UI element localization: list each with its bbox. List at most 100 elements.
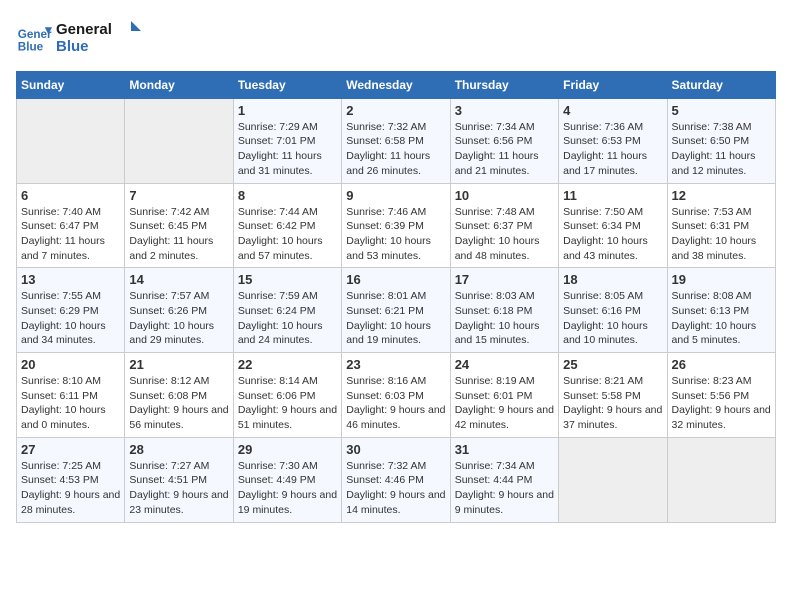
calendar-cell: 18 Sunrise: 8:05 AM Sunset: 6:16 PM Dayli…	[559, 268, 667, 353]
svg-text:General: General	[56, 21, 112, 38]
calendar-header-row: SundayMondayTuesdayWednesdayThursdayFrid…	[17, 71, 776, 98]
day-info: Sunrise: 7:29 AM Sunset: 7:01 PM Dayligh…	[238, 120, 337, 179]
day-number: 28	[129, 442, 228, 457]
day-info: Sunrise: 7:25 AM Sunset: 4:53 PM Dayligh…	[21, 459, 120, 518]
day-info: Sunrise: 8:16 AM Sunset: 6:03 PM Dayligh…	[346, 374, 445, 433]
calendar-cell: 20 Sunrise: 8:10 AM Sunset: 6:11 PM Dayli…	[17, 353, 125, 438]
day-number: 14	[129, 272, 228, 287]
day-info: Sunrise: 7:46 AM Sunset: 6:39 PM Dayligh…	[346, 205, 445, 264]
day-number: 18	[563, 272, 662, 287]
calendar-cell: 2 Sunrise: 7:32 AM Sunset: 6:58 PM Daylig…	[342, 98, 450, 183]
calendar-cell: 27 Sunrise: 7:25 AM Sunset: 4:53 PM Dayli…	[17, 437, 125, 522]
calendar-cell: 10Sunrise: 7:48 AM Sunset: 6:37 PM Dayli…	[450, 183, 558, 268]
day-info: Sunrise: 7:50 AM Sunset: 6:34 PM Dayligh…	[563, 205, 662, 264]
calendar-cell: 4Sunrise: 7:36 AM Sunset: 6:53 PM Daylig…	[559, 98, 667, 183]
day-info: Sunrise: 7:36 AM Sunset: 6:53 PM Dayligh…	[563, 120, 662, 179]
day-number: 7	[129, 188, 228, 203]
day-info: Sunrise: 7:38 AM Sunset: 6:50 PM Dayligh…	[672, 120, 771, 179]
day-number: 6	[21, 188, 120, 203]
day-number: 26	[672, 357, 771, 372]
day-number: 24	[455, 357, 554, 372]
calendar-cell: 19 Sunrise: 8:08 AM Sunset: 6:13 PM Dayli…	[667, 268, 775, 353]
logo: General Blue General Blue	[16, 16, 146, 61]
page-header: General Blue General Blue	[16, 16, 776, 61]
day-number: 16	[346, 272, 445, 287]
calendar-week-5: 27 Sunrise: 7:25 AM Sunset: 4:53 PM Dayli…	[17, 437, 776, 522]
day-info: Sunrise: 8:08 AM Sunset: 6:13 PM Dayligh…	[672, 289, 771, 348]
calendar-week-4: 20 Sunrise: 8:10 AM Sunset: 6:11 PM Dayli…	[17, 353, 776, 438]
day-info: Sunrise: 7:34 AM Sunset: 6:56 PM Dayligh…	[455, 120, 554, 179]
day-info: Sunrise: 7:42 AM Sunset: 6:45 PM Dayligh…	[129, 205, 228, 264]
day-number: 12	[672, 188, 771, 203]
calendar-cell: 13 Sunrise: 7:55 AM Sunset: 6:29 PM Dayli…	[17, 268, 125, 353]
day-info: Sunrise: 7:32 AM Sunset: 6:58 PM Dayligh…	[346, 120, 445, 179]
day-info: Sunrise: 8:12 AM Sunset: 6:08 PM Dayligh…	[129, 374, 228, 433]
day-number: 11	[563, 188, 662, 203]
day-info: Sunrise: 7:48 AM Sunset: 6:37 PM Dayligh…	[455, 205, 554, 264]
calendar-cell: 29 Sunrise: 7:30 AM Sunset: 4:49 PM Dayli…	[233, 437, 341, 522]
day-number: 15	[238, 272, 337, 287]
calendar-cell: 1Sunrise: 7:29 AM Sunset: 7:01 PM Daylig…	[233, 98, 341, 183]
day-number: 17	[455, 272, 554, 287]
day-number: 29	[238, 442, 337, 457]
day-info: Sunrise: 7:44 AM Sunset: 6:42 PM Dayligh…	[238, 205, 337, 264]
day-number: 19	[672, 272, 771, 287]
weekday-header-friday: Friday	[559, 71, 667, 98]
calendar-week-1: 1Sunrise: 7:29 AM Sunset: 7:01 PM Daylig…	[17, 98, 776, 183]
weekday-header-tuesday: Tuesday	[233, 71, 341, 98]
calendar-cell: 23 Sunrise: 8:16 AM Sunset: 6:03 PM Dayli…	[342, 353, 450, 438]
logo-icon: General Blue	[16, 20, 52, 56]
day-info: Sunrise: 8:10 AM Sunset: 6:11 PM Dayligh…	[21, 374, 120, 433]
day-number: 27	[21, 442, 120, 457]
day-info: Sunrise: 8:05 AM Sunset: 6:16 PM Dayligh…	[563, 289, 662, 348]
calendar-cell	[17, 98, 125, 183]
day-number: 5	[672, 103, 771, 118]
day-info: Sunrise: 7:59 AM Sunset: 6:24 PM Dayligh…	[238, 289, 337, 348]
weekday-header-thursday: Thursday	[450, 71, 558, 98]
calendar-table: SundayMondayTuesdayWednesdayThursdayFrid…	[16, 71, 776, 523]
calendar-week-3: 13 Sunrise: 7:55 AM Sunset: 6:29 PM Dayli…	[17, 268, 776, 353]
day-info: Sunrise: 7:32 AM Sunset: 4:46 PM Dayligh…	[346, 459, 445, 518]
day-info: Sunrise: 7:27 AM Sunset: 4:51 PM Dayligh…	[129, 459, 228, 518]
day-info: Sunrise: 8:01 AM Sunset: 6:21 PM Dayligh…	[346, 289, 445, 348]
calendar-cell: 6 Sunrise: 7:40 AM Sunset: 6:47 PM Daylig…	[17, 183, 125, 268]
weekday-header-sunday: Sunday	[17, 71, 125, 98]
weekday-header-monday: Monday	[125, 71, 233, 98]
day-number: 13	[21, 272, 120, 287]
day-number: 8	[238, 188, 337, 203]
day-number: 3	[455, 103, 554, 118]
day-number: 9	[346, 188, 445, 203]
day-info: Sunrise: 7:57 AM Sunset: 6:26 PM Dayligh…	[129, 289, 228, 348]
calendar-cell: 7 Sunrise: 7:42 AM Sunset: 6:45 PM Daylig…	[125, 183, 233, 268]
calendar-cell: 22 Sunrise: 8:14 AM Sunset: 6:06 PM Dayli…	[233, 353, 341, 438]
day-number: 22	[238, 357, 337, 372]
calendar-cell: 3 Sunrise: 7:34 AM Sunset: 6:56 PM Daylig…	[450, 98, 558, 183]
calendar-cell: 9 Sunrise: 7:46 AM Sunset: 6:39 PM Daylig…	[342, 183, 450, 268]
day-number: 25	[563, 357, 662, 372]
day-info: Sunrise: 8:19 AM Sunset: 6:01 PM Dayligh…	[455, 374, 554, 433]
calendar-cell: 17Sunrise: 8:03 AM Sunset: 6:18 PM Dayli…	[450, 268, 558, 353]
day-number: 23	[346, 357, 445, 372]
logo-text: General Blue	[56, 16, 146, 61]
calendar-cell: 11 Sunrise: 7:50 AM Sunset: 6:34 PM Dayli…	[559, 183, 667, 268]
day-info: Sunrise: 7:55 AM Sunset: 6:29 PM Dayligh…	[21, 289, 120, 348]
day-number: 20	[21, 357, 120, 372]
day-number: 30	[346, 442, 445, 457]
day-number: 2	[346, 103, 445, 118]
calendar-cell: 21 Sunrise: 8:12 AM Sunset: 6:08 PM Dayli…	[125, 353, 233, 438]
calendar-cell	[667, 437, 775, 522]
calendar-cell: 24 Sunrise: 8:19 AM Sunset: 6:01 PM Dayli…	[450, 353, 558, 438]
calendar-body: 1Sunrise: 7:29 AM Sunset: 7:01 PM Daylig…	[17, 98, 776, 522]
calendar-cell: 25Sunrise: 8:21 AM Sunset: 5:58 PM Dayli…	[559, 353, 667, 438]
calendar-cell: 8 Sunrise: 7:44 AM Sunset: 6:42 PM Daylig…	[233, 183, 341, 268]
day-info: Sunrise: 8:14 AM Sunset: 6:06 PM Dayligh…	[238, 374, 337, 433]
day-number: 21	[129, 357, 228, 372]
day-info: Sunrise: 8:23 AM Sunset: 5:56 PM Dayligh…	[672, 374, 771, 433]
calendar-cell: 16 Sunrise: 8:01 AM Sunset: 6:21 PM Dayli…	[342, 268, 450, 353]
day-number: 31	[455, 442, 554, 457]
calendar-cell	[559, 437, 667, 522]
calendar-cell: 12Sunrise: 7:53 AM Sunset: 6:31 PM Dayli…	[667, 183, 775, 268]
day-info: Sunrise: 7:40 AM Sunset: 6:47 PM Dayligh…	[21, 205, 120, 264]
day-info: Sunrise: 7:30 AM Sunset: 4:49 PM Dayligh…	[238, 459, 337, 518]
calendar-cell: 30 Sunrise: 7:32 AM Sunset: 4:46 PM Dayli…	[342, 437, 450, 522]
